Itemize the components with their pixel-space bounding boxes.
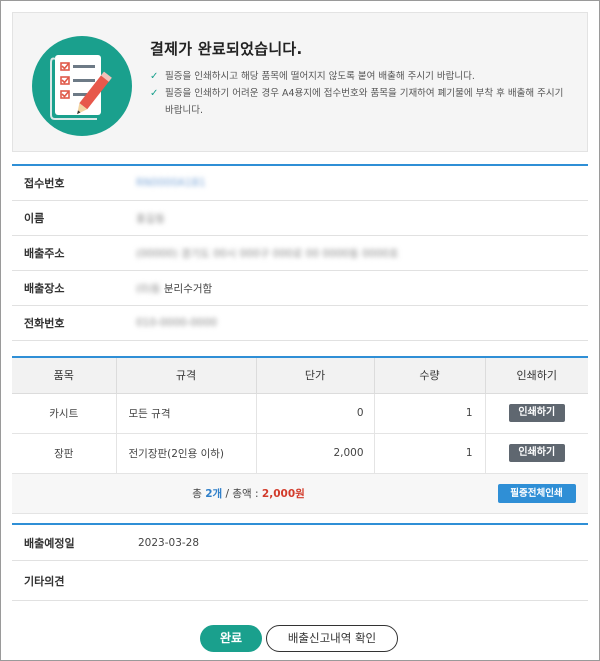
place-prefix: (0)동 [136, 282, 161, 295]
header-item: 품목 [12, 357, 116, 394]
info-row-name: 이름 홍길동 [12, 201, 588, 236]
completion-title: 결제가 완료되었습니다. [150, 40, 303, 58]
place-value: 분리수거함 [163, 282, 213, 295]
print-button[interactable]: 인쇄하기 [508, 444, 565, 462]
phone-label: 전화번호 [24, 317, 65, 330]
completion-box: 결제가 완료되었습니다. ✓ 필증을 인쇄하시고 해당 품목에 떨어지지 않도록… [12, 12, 588, 152]
place-label: 배출장소 [24, 282, 65, 295]
name-label: 이름 [24, 212, 45, 225]
item-price: 2,000 [255, 433, 374, 474]
checklist-pencil-icon [32, 36, 132, 136]
memo-label: 기타의견 [24, 574, 65, 588]
items-table: 품목 규격 단가 수량 인쇄하기 카시트 모든 규격 0 1 인쇄하기 장판 전… [12, 356, 588, 514]
note-text: 필증을 인쇄하시고 해당 품목에 떨어지지 않도록 붙여 배출해 주시기 바랍니… [165, 71, 475, 82]
total-row: 총 2개 / 총액 : 2,000원 필증전체인쇄 [12, 473, 588, 514]
total-count: 2개 [205, 487, 223, 500]
print-button[interactable]: 인쇄하기 [508, 404, 565, 422]
print-all-button[interactable]: 필증전체인쇄 [497, 483, 576, 503]
table-row: 카시트 모든 규격 0 1 인쇄하기 [12, 393, 588, 434]
header-price: 단가 [255, 357, 374, 394]
receipt-no-value: RN0000A1B1 [136, 177, 206, 189]
item-spec: 전기장판(2인용 이하) [115, 433, 256, 474]
completion-notes: ✓ 필증을 인쇄하시고 해당 품목에 떨어지지 않도록 붙여 배출해 주시기 바… [150, 68, 570, 119]
item-qty: 1 [373, 393, 485, 434]
info-row-receipt-no: 접수번호 RN0000A1B1 [12, 166, 588, 201]
check-icon: ✓ [150, 71, 159, 82]
completion-note: ✓ 필증을 인쇄하기 어려운 경우 A4용지에 접수번호와 품목을 기재하여 폐… [150, 85, 570, 119]
applicant-info-table: 접수번호 RN0000A1B1 이름 홍길동 배출주소 (00000) 경기도 … [12, 164, 588, 341]
total-middle: / 총액 : [222, 487, 262, 500]
item-name: 카시트 [12, 393, 116, 434]
header-print: 인쇄하기 [484, 357, 588, 394]
address-label: 배출주소 [24, 247, 65, 260]
items-header-row: 품목 규격 단가 수량 인쇄하기 [12, 357, 588, 394]
header-qty: 수량 [373, 357, 485, 394]
check-icon: ✓ [150, 88, 159, 99]
info-row-place: 배출장소 (0)동 분리수거함 [12, 271, 588, 306]
note-text: 필증을 인쇄하기 어려운 경우 A4용지에 접수번호와 품목을 기재하여 폐기물… [165, 88, 564, 116]
total-prefix: 총 [192, 487, 206, 500]
date-value: 2023-03-28 [138, 536, 200, 549]
name-value: 홍길동 [136, 212, 165, 225]
address-value: (00000) 경기도 00시 000구 000로 00 0000동 0000호 [136, 247, 399, 260]
page-frame: 결제가 완료되었습니다. ✓ 필증을 인쇄하시고 해당 품목에 떨어지지 않도록… [0, 0, 600, 661]
phone-value: 010-0000-0000 [136, 317, 218, 329]
total-amount: 2,000원 [261, 487, 305, 500]
date-label: 배출예정일 [24, 536, 75, 550]
item-spec: 모든 규격 [115, 393, 256, 434]
receipt-no-label: 접수번호 [24, 177, 65, 190]
completion-note: ✓ 필증을 인쇄하시고 해당 품목에 떨어지지 않도록 붙여 배출해 주시기 바… [150, 68, 570, 85]
done-button[interactable]: 완료 [200, 625, 262, 652]
info-row-phone: 전화번호 010-0000-0000 [12, 306, 588, 341]
item-qty: 1 [373, 433, 485, 474]
item-name: 장판 [12, 433, 116, 474]
info-row-address: 배출주소 (00000) 경기도 00시 000구 000로 00 0000동 … [12, 236, 588, 271]
table-row: 장판 전기장판(2인용 이하) 2,000 1 인쇄하기 [12, 433, 588, 474]
schedule-row-date: 배출예정일 2023-03-28 [12, 525, 588, 561]
schedule-table: 배출예정일 2023-03-28 기타의견 [12, 523, 588, 601]
item-price: 0 [255, 393, 374, 434]
history-button[interactable]: 배출신고내역 확인 [266, 625, 398, 652]
schedule-row-memo: 기타의견 [12, 561, 588, 601]
total-summary: 총 2개 / 총액 : 2,000원 [12, 473, 485, 514]
header-spec: 규격 [115, 357, 256, 394]
